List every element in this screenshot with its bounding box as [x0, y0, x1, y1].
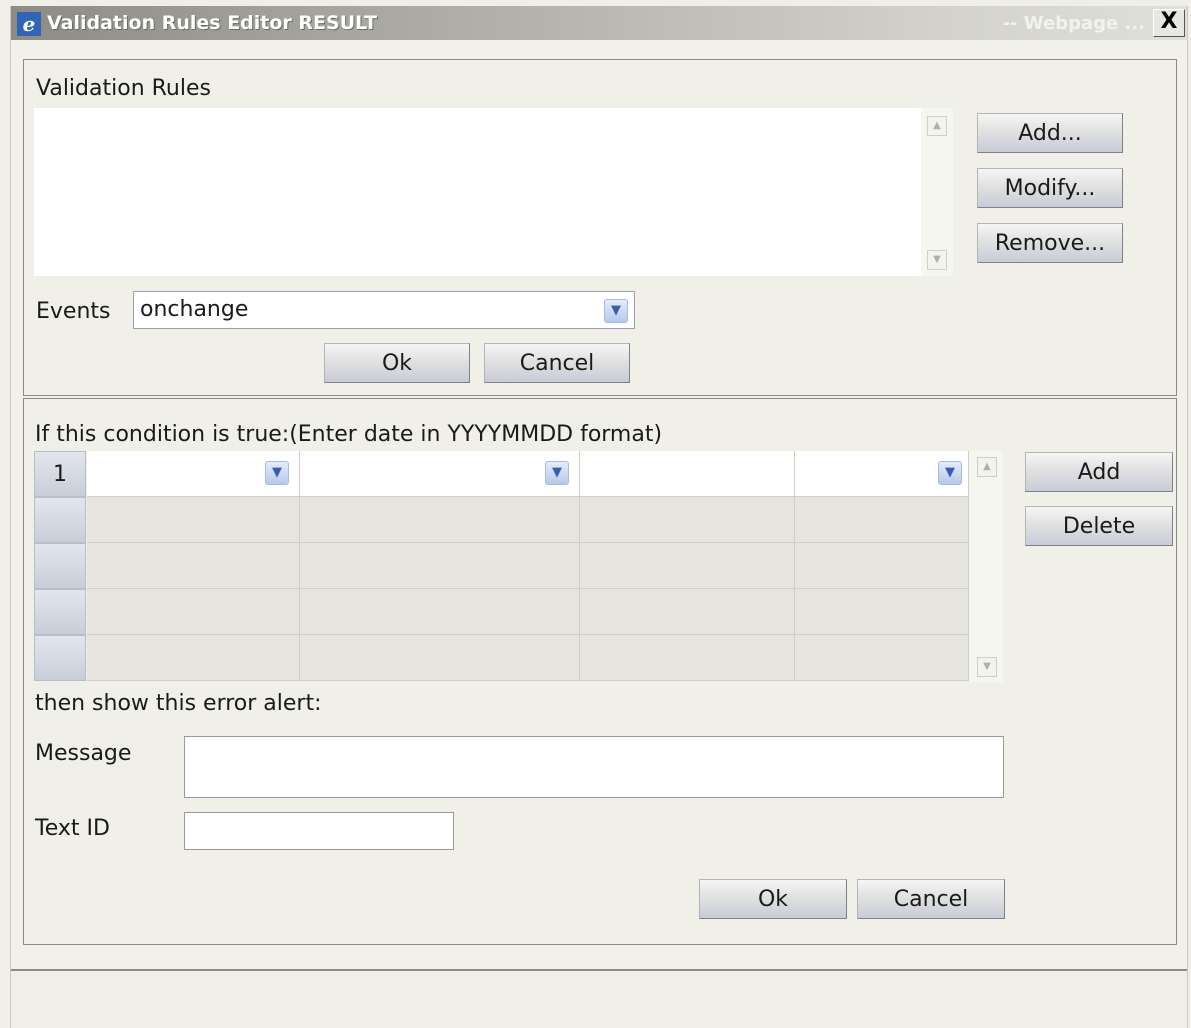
events-select[interactable]: onchange ▼: [133, 291, 635, 329]
rules-list-scrollbar[interactable]: ▲ ▼: [921, 108, 953, 276]
condition-operator-select[interactable]: ▼: [300, 451, 580, 497]
title-bar[interactable]: e Validation Rules Editor RESULT -- Webp…: [11, 6, 1187, 40]
row-number: 1: [53, 462, 67, 487]
grid-cell[interactable]: [87, 635, 300, 681]
grid-cell[interactable]: [87, 589, 300, 635]
window-title: Validation Rules Editor RESULT: [47, 12, 378, 34]
modify-rule-button[interactable]: Modify...: [977, 168, 1123, 208]
condition-field-select[interactable]: ▼: [87, 451, 300, 497]
remove-rule-button[interactable]: Remove...: [977, 223, 1123, 263]
window-title-suffix: -- Webpage ...: [1002, 13, 1145, 34]
condition-logic-select[interactable]: ▼: [795, 451, 969, 497]
rules-ok-button[interactable]: Ok: [324, 343, 470, 383]
rules-cancel-button[interactable]: Cancel: [484, 343, 630, 383]
svg-text:e: e: [23, 12, 36, 36]
scroll-up-icon[interactable]: ▲: [977, 457, 997, 477]
text-id-field[interactable]: [184, 812, 454, 850]
chevron-down-icon[interactable]: ▼: [545, 461, 569, 485]
grid-cell[interactable]: [795, 635, 969, 681]
grid-cell[interactable]: [87, 497, 300, 543]
message-label: Message: [35, 741, 132, 766]
validation-rules-panel: Validation Rules ▲ ▼ Add... Modify... Re…: [23, 59, 1177, 396]
row-header[interactable]: [34, 543, 86, 589]
grid-cell[interactable]: [795, 497, 969, 543]
grid-cell[interactable]: [300, 543, 580, 589]
status-bar: [11, 971, 1187, 1028]
grid-cell[interactable]: [580, 543, 795, 589]
condition-ok-button[interactable]: Ok: [699, 879, 847, 919]
row-header[interactable]: [34, 497, 86, 543]
grid-cell[interactable]: [580, 589, 795, 635]
grid-scrollbar[interactable]: ▲ ▼: [969, 451, 1003, 682]
text-id-label: Text ID: [35, 816, 110, 841]
validation-rules-label: Validation Rules: [36, 76, 211, 101]
validation-rules-list[interactable]: [34, 108, 921, 276]
row-header[interactable]: 1: [34, 451, 86, 497]
grid-cell[interactable]: [580, 497, 795, 543]
scroll-down-icon[interactable]: ▼: [977, 657, 997, 677]
error-alert-label: then show this error alert:: [35, 691, 322, 716]
condition-cancel-button[interactable]: Cancel: [857, 879, 1005, 919]
close-button[interactable]: X: [1153, 9, 1185, 37]
message-field[interactable]: [184, 736, 1004, 798]
condition-value-input[interactable]: [580, 451, 795, 497]
delete-condition-button[interactable]: Delete: [1025, 506, 1173, 546]
chevron-down-icon[interactable]: ▼: [604, 299, 628, 323]
scroll-up-icon[interactable]: ▲: [927, 116, 947, 136]
grid-cell[interactable]: [795, 589, 969, 635]
scroll-down-icon[interactable]: ▼: [927, 250, 947, 270]
add-condition-button[interactable]: Add: [1025, 452, 1173, 492]
add-rule-button[interactable]: Add...: [977, 113, 1123, 153]
grid-cell[interactable]: [300, 589, 580, 635]
chevron-down-icon[interactable]: ▼: [938, 461, 962, 485]
condition-grid[interactable]: 1 ▼ ▼ ▼ ▲ ▼: [34, 451, 1003, 682]
row-header[interactable]: [34, 589, 86, 635]
events-label: Events: [36, 299, 111, 324]
ie-icon: e: [17, 12, 41, 36]
grid-cell[interactable]: [300, 635, 580, 681]
grid-cell[interactable]: [300, 497, 580, 543]
grid-cell[interactable]: [795, 543, 969, 589]
chevron-down-icon[interactable]: ▼: [265, 461, 289, 485]
grid-cell[interactable]: [580, 635, 795, 681]
dialog-window: e Validation Rules Editor RESULT -- Webp…: [10, 6, 1188, 1028]
row-header[interactable]: [34, 635, 86, 681]
condition-label: If this condition is true:(Enter date in…: [35, 422, 663, 447]
events-select-value: onchange: [140, 297, 249, 322]
grid-cell[interactable]: [87, 543, 300, 589]
